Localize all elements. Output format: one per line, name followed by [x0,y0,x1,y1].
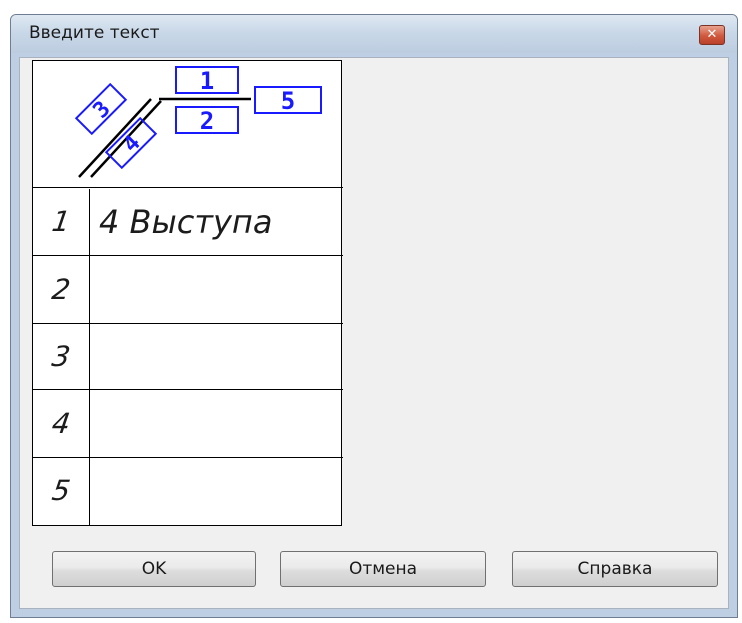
ok-button[interactable]: OK [52,551,256,587]
row-text-3[interactable] [99,324,335,390]
row-text-5[interactable] [99,458,335,524]
row-text-1[interactable]: 4 Выступа [99,189,335,255]
designation-diagram: 1 2 5 3 4 [74,66,322,178]
cancel-button[interactable]: Отмена [280,551,486,587]
text-entry-table: 1 2 5 3 4 1 4 Выступа 2 3 4 5 [32,60,343,526]
title-bar[interactable]: Введите текст ✕ [11,15,737,53]
row-number-2: 2 [49,273,73,306]
close-button[interactable]: ✕ [699,25,725,45]
field-box-3-label: 3 [89,97,116,124]
field-box-1[interactable]: 1 [175,66,239,95]
dialog-client-area: 1 2 5 3 4 1 4 Выступа 2 3 4 5 OK Отмена … [19,57,729,609]
field-box-5[interactable]: 5 [254,86,322,115]
field-box-1-label: 1 [200,67,214,95]
field-box-2-label: 2 [200,107,214,135]
field-box-3[interactable]: 3 [74,82,128,136]
row-number-3: 3 [49,340,73,373]
row-divider [33,187,343,188]
field-box-4[interactable]: 4 [104,116,158,170]
field-box-5-label: 5 [281,87,295,115]
row-number-4: 4 [49,407,73,440]
dialog-title: Введите текст [29,23,160,43]
row-divider [33,255,343,256]
field-box-4-label: 4 [119,131,146,158]
field-box-2[interactable]: 2 [175,106,239,135]
row-text-2[interactable] [99,257,335,323]
row-number-5: 5 [49,474,73,507]
help-button[interactable]: Справка [512,551,718,587]
row-number-1: 1 [49,205,73,238]
row-text-4[interactable] [99,391,335,457]
close-icon: ✕ [706,27,718,42]
dialog-window: Введите текст ✕ 1 2 5 3 4 1 4 Выступа 2 … [10,14,738,618]
